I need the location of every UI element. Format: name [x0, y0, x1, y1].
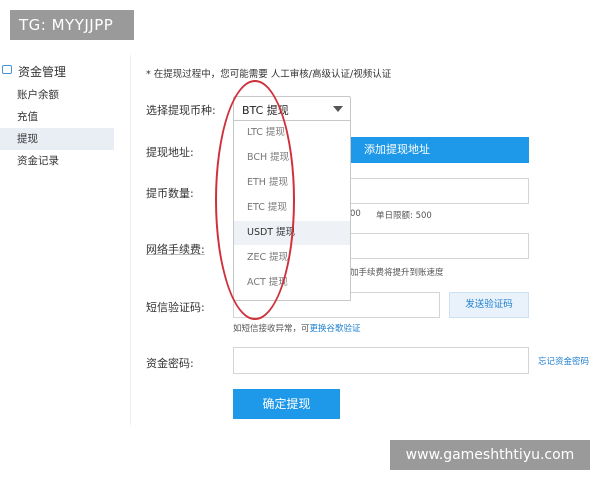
sidebar-item-records[interactable]: 资金记录	[0, 150, 114, 172]
sidebar-header: 资金管理	[0, 61, 114, 81]
currency-dropdown: LTC 提现 BCH 提现 ETH 提现 ETC 提现 USDT 提现 ZEC …	[233, 120, 351, 301]
option-etc[interactable]: ETC 提现	[234, 196, 350, 220]
option-act[interactable]: ACT 提现	[234, 271, 350, 295]
option-eth[interactable]: ETH 提现	[234, 171, 350, 195]
watermark-top: TG: MYYJJPP	[10, 10, 134, 40]
page: TG: MYYJJPP 资金管理 账户余额 充值 提现 资金记录 * 在提现过程…	[0, 0, 600, 480]
address-label: 提现地址:	[146, 146, 194, 159]
sidebar-item-balance[interactable]: 账户余额	[0, 84, 114, 106]
confirm-withdraw-button[interactable]: 确定提现	[233, 389, 340, 419]
watermark-bottom: www.gameshthtiyu.com	[390, 440, 590, 470]
sidebar-item-deposit[interactable]: 充值	[0, 106, 114, 128]
chevron-down-icon	[333, 106, 343, 112]
option-usdt[interactable]: USDT 提现	[234, 221, 350, 245]
fee-label: 网络手续费:	[146, 243, 205, 256]
fee-input[interactable]	[350, 233, 529, 259]
sidebar: 资金管理 账户余额 充值 提现 资金记录	[0, 55, 114, 375]
sms-hint-text: 如短信接收异常，可	[233, 324, 310, 334]
sidebar-title: 资金管理	[18, 65, 67, 79]
option-ltc[interactable]: LTC 提现	[234, 121, 350, 145]
option-zec[interactable]: ZEC 提现	[234, 246, 350, 270]
fund-password-input[interactable]	[233, 347, 529, 374]
currency-label: 选择提现币种:	[146, 104, 216, 117]
fee-hint: 加手续费将提升到账速度	[350, 268, 444, 278]
add-address-button[interactable]: 添加提现地址	[336, 137, 529, 163]
notice-text: * 在提现过程中，您可能需要 人工审核/高级认证/视频认证	[146, 69, 392, 80]
sms-hint: 如短信接收异常，可更换谷歌验证	[233, 322, 361, 334]
wallet-icon	[2, 65, 12, 74]
amount-input[interactable]	[350, 178, 529, 204]
amount-hint: 00	[350, 209, 361, 219]
currency-selected-value: BTC 提现	[242, 104, 289, 117]
forgot-password-link[interactable]: 忘记资金密码	[538, 355, 589, 367]
password-label: 资金密码:	[146, 357, 194, 370]
option-bch[interactable]: BCH 提现	[234, 146, 350, 170]
send-code-button[interactable]: 发送验证码	[449, 292, 529, 318]
sidebar-item-withdraw[interactable]: 提现	[0, 128, 114, 150]
switch-google-auth-link[interactable]: 更换谷歌验证	[310, 324, 361, 334]
currency-select[interactable]: BTC 提现	[233, 96, 351, 121]
sms-label: 短信验证码:	[146, 301, 205, 314]
amount-label: 提币数量:	[146, 187, 194, 200]
single-limit: 单日限额: 500	[376, 211, 432, 221]
